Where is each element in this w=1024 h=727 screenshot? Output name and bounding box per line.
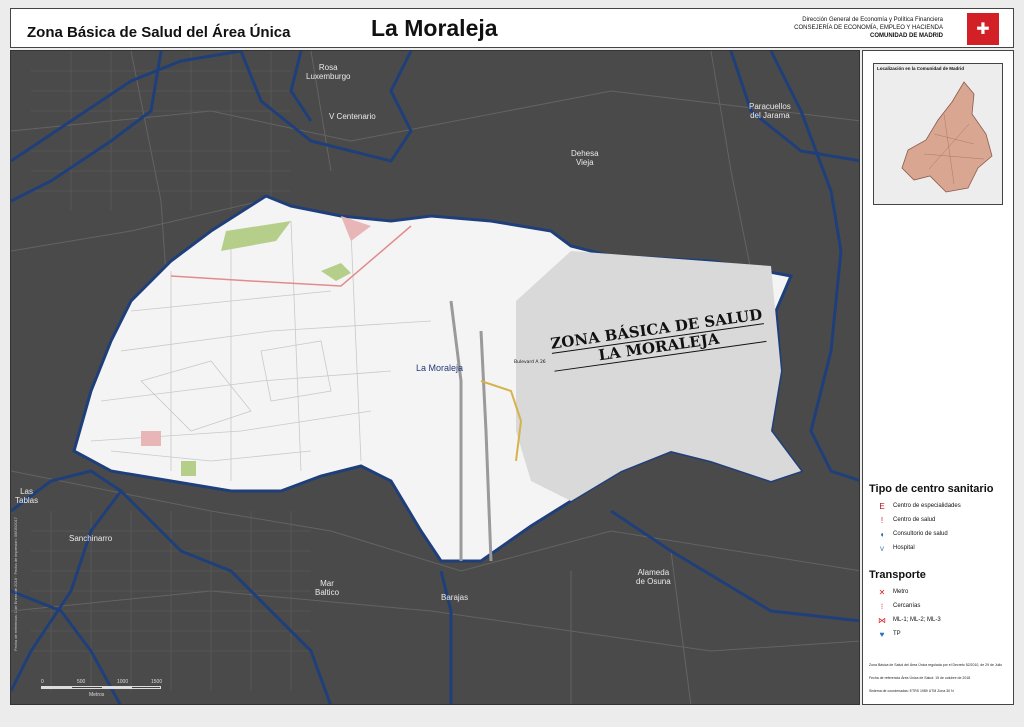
legend-label: ML-1; ML-2; ML-3 [893, 617, 941, 623]
cercanias-icon: ⁝ [880, 602, 884, 611]
label: Dehesa Vieja [571, 149, 599, 167]
label: Barajas [441, 593, 469, 602]
legend-label: Cercanías [893, 603, 921, 609]
metro-ligero-icon: ⋈ [878, 616, 886, 625]
legend-transporte-title: Transporte [869, 569, 926, 581]
place-rosa-luxemburgo: Rosa Luxemburgo [306, 63, 350, 81]
scale-bar: 0 500 1000 1500 Metros [41, 679, 163, 699]
place-barajas: Barajas [441, 593, 468, 602]
scale-label-0: 0 [41, 679, 44, 685]
map-area[interactable]: Bulevard A 26 Rosa Luxemburgo V Centenar… [10, 50, 860, 705]
org-line-2: CONSEJERÍA DE ECONOMÍA, EMPLEO Y HACIEND… [794, 25, 943, 31]
place-mar-baltico: Mar Baltico [315, 579, 339, 597]
label: Las Tablas [15, 487, 39, 505]
zone-title: Zona Básica de Salud del Área Única [27, 24, 291, 41]
inset-map-graphic [901, 81, 993, 193]
legend-label: Hospital [893, 545, 915, 551]
label: Sanchinarro [69, 534, 113, 543]
legend-label: Metro [893, 589, 909, 595]
scale-bar-graphic [41, 686, 161, 689]
consultorio-icon: ◖ [879, 530, 885, 539]
map-sheet: Zona Básica de Salud del Área Única La M… [0, 0, 1024, 727]
place-paracuellos: Paracuellos del Jarama [749, 102, 791, 120]
place-alameda-de-osuna: Alameda de Osuna [636, 568, 671, 586]
label: Rosa Luxemburgo [306, 63, 351, 81]
org-line-1: Dirección General de Economía y Política… [802, 17, 943, 23]
place-dehesa-vieja: Dehesa Vieja [571, 149, 599, 167]
header: Zona Básica de Salud del Área Única La M… [10, 8, 1014, 48]
org-line-3: COMUNIDAD DE MADRID [870, 33, 943, 39]
legend-label: TP [893, 631, 901, 637]
side-reference-note: Fecha de referencia: 1 de Enero de 2018 … [13, 517, 18, 651]
tp-icon: ♥ [879, 630, 885, 639]
note-reference-date: Fecha de referencia Área Única de Salud:… [869, 676, 971, 680]
hospital-icon: v [880, 544, 884, 553]
scale-unit: Metros [89, 692, 105, 698]
legend-centros-title: Tipo de centro sanitario [869, 483, 994, 495]
organization-block: Dirección General de Economía y Política… [794, 16, 943, 40]
svg-text:Bulevard A 26: Bulevard A 26 [514, 359, 546, 365]
scale-label-500: 500 [77, 679, 86, 685]
label: V Centenario [329, 112, 376, 121]
scale-label-1000: 1000 [117, 679, 129, 685]
centro-especialidades-icon: E [879, 502, 885, 511]
place-sanchinarro: Sanchinarro [69, 534, 112, 543]
comunidad-de-madrid-logo-icon: ✚ [967, 13, 999, 45]
place-v-centenario: V Centenario [329, 112, 376, 121]
area-title: La Moraleja [371, 15, 498, 41]
legend-panel: Localización en la Comunidad de Madrid T… [862, 50, 1014, 705]
centro-salud-icon: ! [880, 516, 884, 525]
scale-label-1500: 1500 [151, 679, 163, 685]
metro-icon: ✕ [878, 588, 886, 597]
note-coordinate-system: Sistema de coordenadas: ETRS 1989 UTM Zo… [869, 689, 954, 693]
label: Paracuellos del Jarama [749, 102, 791, 120]
place-la-moraleja: La Moraleja [416, 364, 463, 373]
legend-label: Consultorio de salud [893, 531, 948, 537]
legend-label: Centro de especialidades [893, 503, 961, 509]
label: Alameda de Osuna [636, 568, 671, 586]
note-decree: Zona Básica de Salud del Área Única regu… [869, 663, 1003, 667]
map-canvas: Bulevard A 26 [11, 51, 859, 704]
place-las-tablas: Las Tablas [15, 487, 38, 505]
location-inset-map: Localización en la Comunidad de Madrid [873, 63, 1003, 205]
legend-label: Centro de salud [893, 517, 936, 523]
notes-block: Zona Básica de Salud del Área Única regu… [869, 659, 1009, 698]
label: La Moraleja [416, 363, 464, 373]
label: Mar Baltico [315, 579, 340, 597]
inset-title: Localización en la Comunidad de Madrid [877, 66, 965, 71]
